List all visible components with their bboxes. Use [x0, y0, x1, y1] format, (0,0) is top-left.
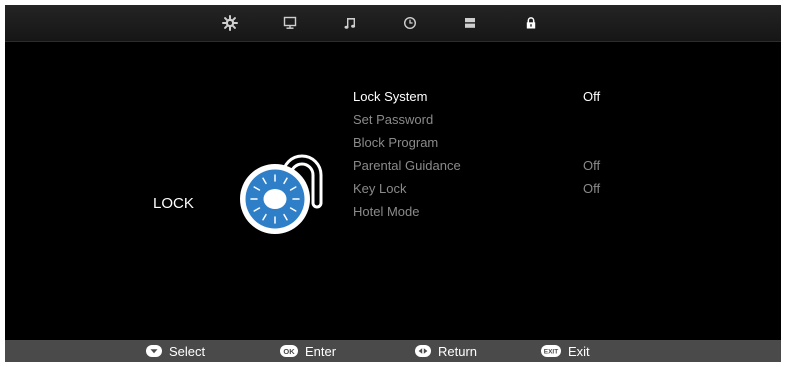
menu-item-lock-system[interactable]: Lock System Off [353, 87, 673, 110]
down-arrow-button-icon [146, 345, 162, 357]
menu-item-value: Off [583, 158, 601, 173]
clock-icon[interactable] [401, 14, 419, 32]
menu-item-block-program[interactable]: Block Program [353, 133, 673, 156]
hint-exit: EXIT Exit [541, 340, 590, 362]
hint-select-label: Select [169, 343, 206, 359]
picture-settings-icon[interactable] [221, 14, 239, 32]
menu-item-set-password[interactable]: Set Password [353, 110, 673, 133]
left-right-button-icon [415, 345, 431, 357]
category-tab-bar [5, 5, 781, 42]
padlock-icon[interactable] [522, 14, 540, 32]
exit-button-text: EXIT [544, 349, 558, 356]
menu-item-parental-guidance[interactable]: Parental Guidance Off [353, 156, 673, 179]
hint-select: Select [146, 340, 205, 362]
ok-button-text: OK [283, 347, 295, 356]
menu-item-label: Lock System [353, 89, 428, 104]
menu-item-label: Set Password [353, 112, 434, 127]
menu-item-key-lock[interactable]: Key Lock Off [353, 179, 673, 202]
hint-return: Return [415, 340, 477, 362]
screen-icon[interactable] [281, 14, 299, 32]
hint-exit-label: Exit [568, 343, 590, 359]
hint-return-label: Return [438, 343, 478, 359]
menu-item-hotel-mode[interactable]: Hotel Mode [353, 202, 673, 225]
combination-lock-icon [240, 154, 323, 234]
ok-button-icon: OK [280, 345, 298, 357]
hint-enter-label: Enter [305, 343, 337, 359]
menu-item-label: Hotel Mode [353, 204, 420, 219]
tv-menu-screen: LOCK Lock System Off Set Password Block … [5, 5, 781, 362]
hint-enter: OK Enter [280, 340, 336, 362]
menu-item-value: Off [583, 181, 601, 196]
music-note-icon[interactable] [341, 14, 359, 32]
menu-item-label: Key Lock [353, 181, 407, 196]
button-hint-bar: Select OK Enter Return EXIT Exit [5, 340, 781, 362]
menu-item-label: Block Program [353, 135, 439, 150]
exit-button-icon: EXIT [541, 345, 561, 357]
options-icon[interactable] [461, 14, 479, 32]
menu-item-value: Off [583, 89, 601, 104]
menu-item-label: Parental Guidance [353, 158, 461, 173]
page-title: LOCK [153, 195, 194, 212]
lock-settings-menu: Lock System Off Set Password Block Progr… [353, 87, 673, 225]
